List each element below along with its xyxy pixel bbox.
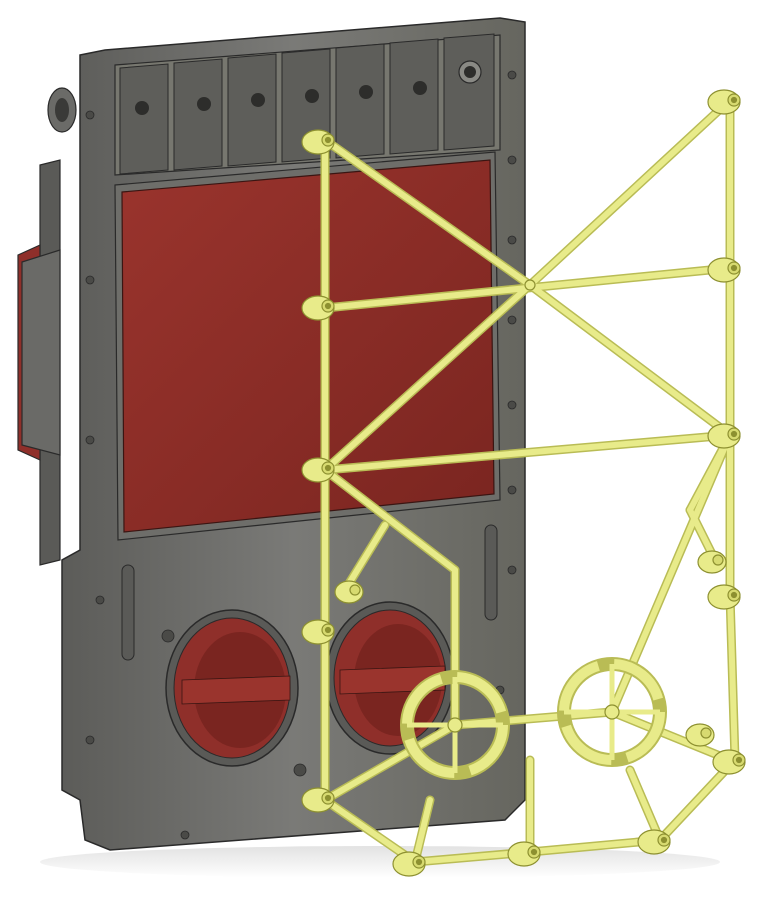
- ground-shadow: [40, 846, 720, 878]
- red-recessed-panel: [114, 151, 501, 541]
- cad-render-scene: [0, 0, 777, 914]
- cad-render-canvas: [17, 17, 746, 878]
